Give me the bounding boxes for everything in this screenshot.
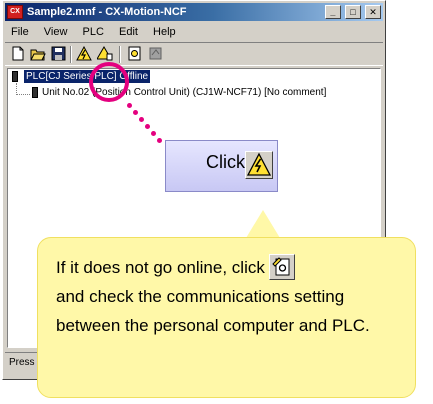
pointer-dot bbox=[133, 110, 138, 115]
pointer-dot bbox=[127, 103, 132, 108]
app-icon: CX bbox=[7, 5, 23, 19]
menu-file[interactable]: File bbox=[5, 23, 35, 41]
toolbar-separator bbox=[70, 46, 72, 63]
note-text: If it does not go online, click and chec… bbox=[56, 253, 412, 340]
communication-settings-button[interactable] bbox=[268, 253, 295, 280]
menu-view[interactable]: View bbox=[38, 23, 74, 41]
menu-help[interactable]: Help bbox=[147, 23, 182, 41]
work-online-button[interactable] bbox=[245, 151, 273, 179]
plc-icon bbox=[12, 71, 18, 82]
window-title: Sample2.mnf - CX-Motion-NCF bbox=[27, 6, 187, 18]
caption-buttons: _ □ ✕ bbox=[324, 5, 381, 23]
note-text-after-icon: and check the communications setting bet… bbox=[56, 287, 370, 335]
highlight-circle bbox=[89, 62, 129, 102]
new-file-icon[interactable] bbox=[9, 46, 27, 63]
menu-edit[interactable]: Edit bbox=[113, 23, 144, 41]
callout-tail bbox=[246, 210, 280, 238]
close-button[interactable]: ✕ bbox=[365, 5, 381, 19]
click-label: Click bbox=[206, 152, 245, 172]
status-text: Press bbox=[9, 357, 35, 368]
note-text-before-icon: If it does not go online, click bbox=[56, 258, 265, 277]
minimize-button[interactable]: _ bbox=[324, 5, 341, 19]
pointer-dot bbox=[151, 131, 156, 136]
go-offline-icon[interactable] bbox=[96, 46, 114, 63]
unit-icon bbox=[32, 87, 38, 98]
work-online-icon[interactable] bbox=[75, 45, 93, 63]
pointer-dot bbox=[145, 124, 150, 129]
click-callout: Click bbox=[165, 140, 278, 192]
toolbar-separator bbox=[119, 46, 121, 63]
pointer-dot bbox=[157, 138, 162, 143]
note-callout: If it does not go online, click and chec… bbox=[37, 237, 416, 398]
communication-settings-icon bbox=[272, 256, 290, 276]
maximize-button[interactable]: □ bbox=[344, 5, 361, 19]
tree-root-plc[interactable]: PLC[CJ Series PLC] Offline bbox=[24, 70, 151, 83]
pointer-dot bbox=[139, 117, 144, 122]
save-disk-icon[interactable] bbox=[49, 46, 67, 63]
work-online-icon bbox=[246, 152, 272, 176]
settings-icon[interactable] bbox=[125, 46, 143, 63]
toolbar bbox=[5, 42, 383, 66]
transfer-icon[interactable] bbox=[146, 46, 164, 63]
menu-plc[interactable]: PLC bbox=[77, 23, 110, 41]
tree-connector bbox=[16, 94, 30, 95]
title-bar[interactable]: CX Sample2.mnf - CX-Motion-NCF _ □ ✕ bbox=[5, 3, 383, 21]
open-folder-icon[interactable] bbox=[29, 46, 47, 63]
menu-bar: File View PLC Edit Help bbox=[5, 23, 383, 41]
tree-item-unit[interactable]: Unit No.02 (Position Control Unit) (CJ1W… bbox=[42, 86, 326, 99]
